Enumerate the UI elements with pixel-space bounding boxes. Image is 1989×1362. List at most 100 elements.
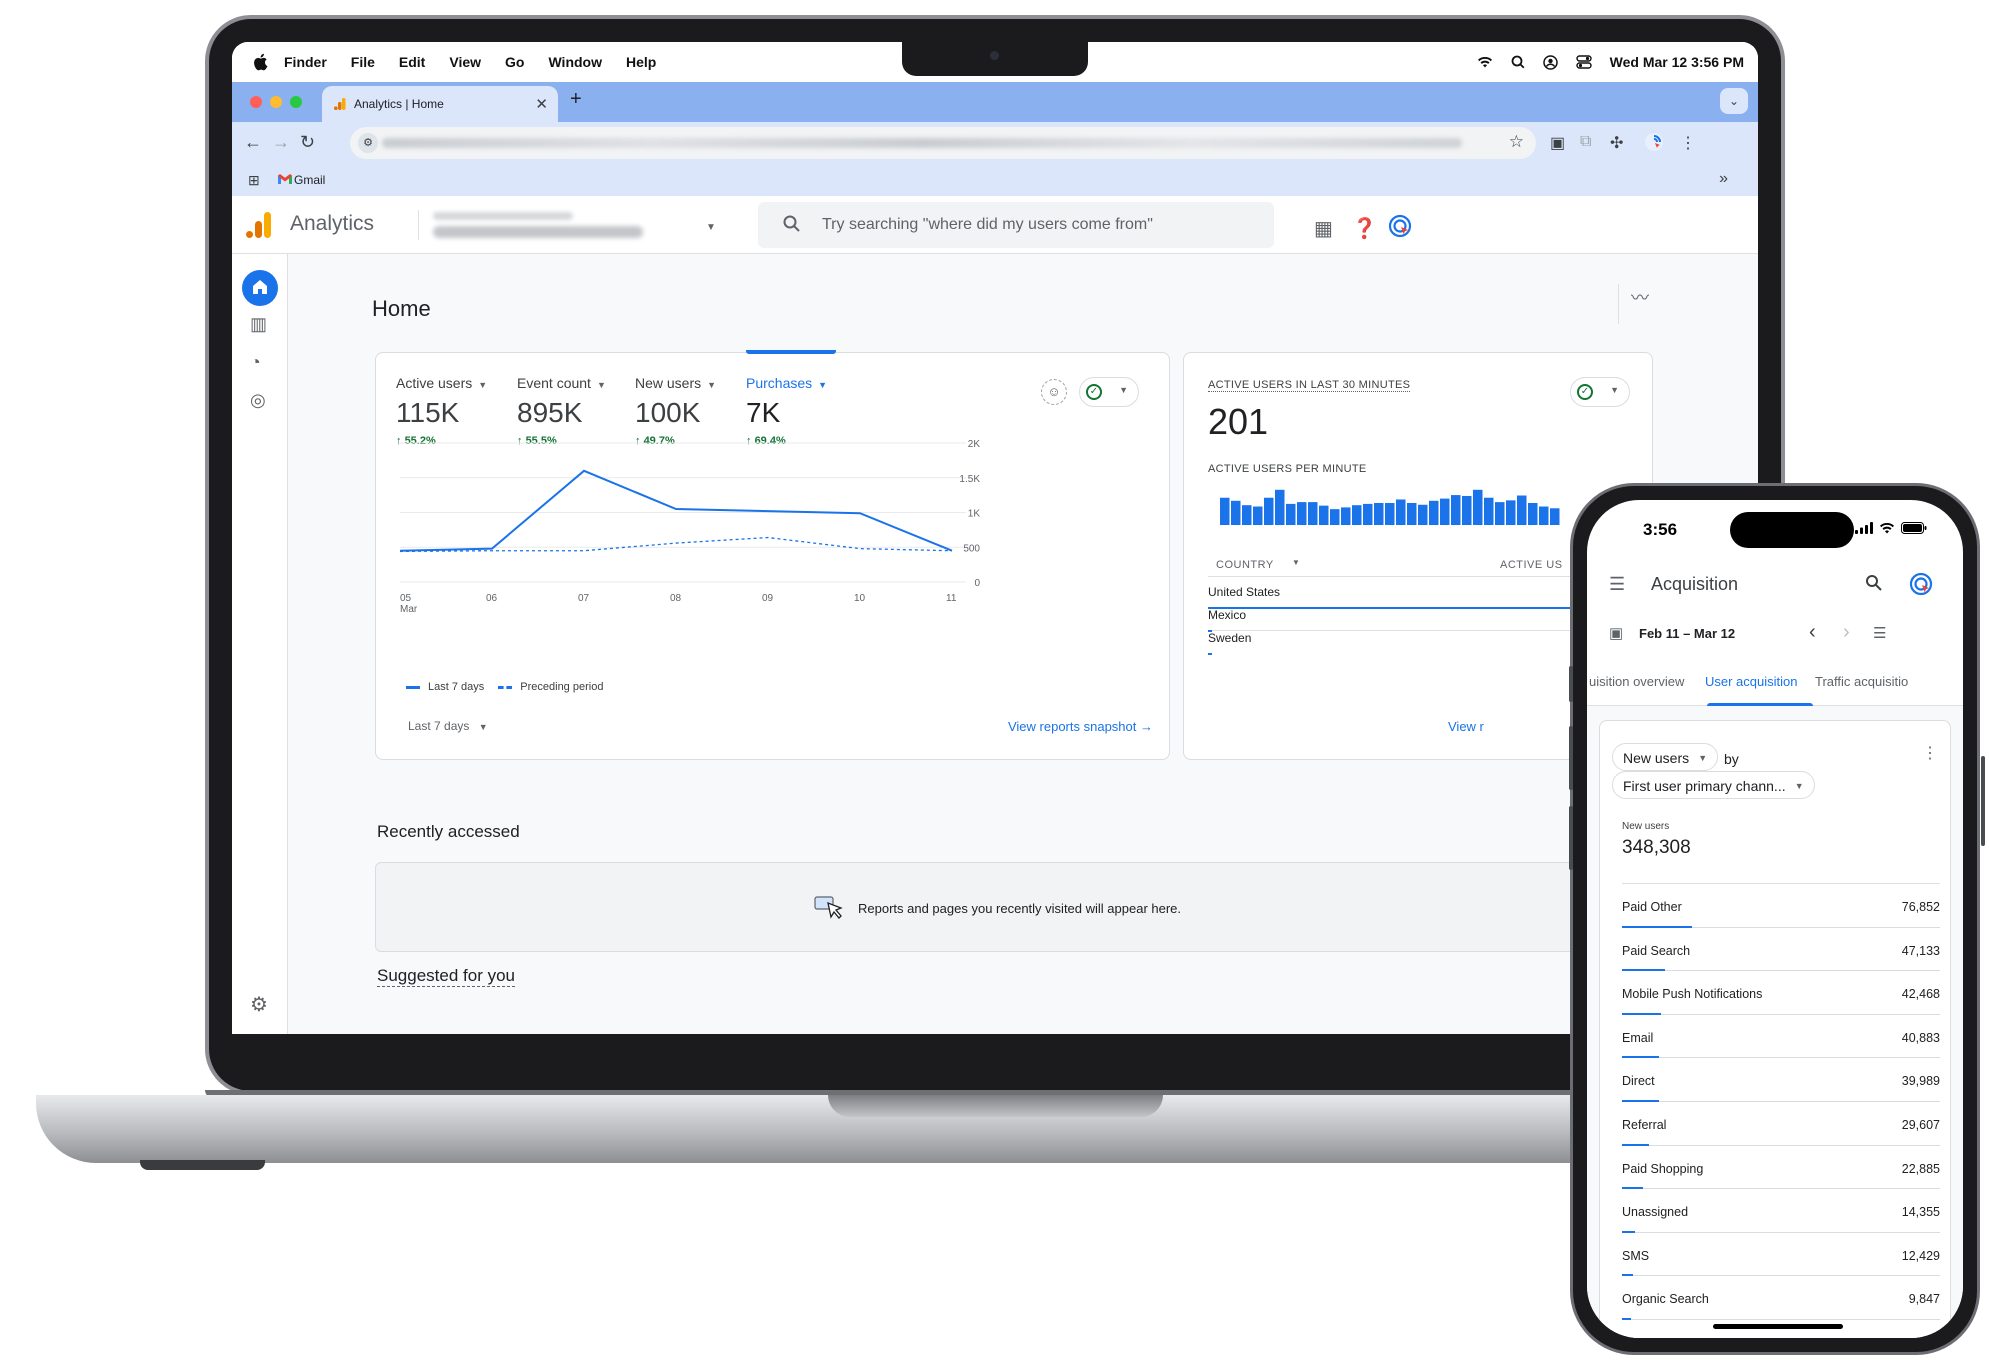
profile-analytics-icon[interactable] [1644,132,1664,152]
per-minute-bar[interactable] [1517,495,1527,525]
per-minute-bar[interactable] [1231,500,1241,525]
menu-bar-clock[interactable]: Wed Mar 12 3:56 PM [1610,54,1744,70]
search-icon[interactable] [1865,574,1883,592]
channel-row[interactable]: Direct 39,989 [1622,1058,1940,1102]
menu-window[interactable]: Window [548,54,602,70]
chevron-down-icon[interactable]: ▼ [1292,558,1300,567]
per-minute-bar[interactable] [1363,503,1373,525]
nav-reports-icon[interactable]: ▥ [250,314,267,335]
suggested-title[interactable]: Suggested for you [377,966,515,987]
per-minute-bar[interactable] [1374,503,1384,525]
channel-row[interactable]: Paid Search 47,133 [1622,928,1940,972]
reload-icon[interactable]: ↻ [300,132,315,153]
more-options-icon[interactable]: ⋮ [1922,743,1938,763]
help-icon[interactable]: ❓ [1352,216,1377,241]
google-analytics-logo[interactable] [246,212,272,238]
nav-advertising-icon[interactable]: ◎ [250,390,266,411]
column-active-users[interactable]: ACTIVE US [1500,559,1563,571]
site-settings-icon[interactable]: ⚙ [358,133,378,153]
per-minute-bar[interactable] [1253,506,1263,525]
new-tab-icon[interactable]: + [570,88,582,111]
menu-help[interactable]: Help [626,54,656,70]
close-tab-icon[interactable]: ✕ [535,95,548,113]
per-minute-bar[interactable] [1495,502,1505,525]
menu-file[interactable]: File [351,54,375,70]
per-minute-bar[interactable] [1319,505,1329,525]
extensions-puzzle-icon[interactable]: ✣ [1610,133,1623,153]
channel-row[interactable]: Mobile Push Notifications 42,468 [1622,971,1940,1015]
menu-edit[interactable]: Edit [399,54,425,70]
per-minute-bar[interactable] [1429,500,1439,525]
previous-period-icon[interactable]: ‹ [1809,621,1816,644]
per-minute-bar[interactable] [1275,489,1285,525]
user-account-icon[interactable] [1542,54,1558,70]
tab-acquisition-overview[interactable]: uisition overview [1589,674,1684,689]
per-minute-bar[interactable] [1462,495,1472,525]
property-dropdown-icon[interactable]: ▼ [706,222,716,233]
channel-row[interactable]: Referral 29,607 [1622,1102,1940,1146]
per-minute-bar[interactable] [1385,503,1395,525]
extension-badge-icon[interactable]: ▣ [1550,133,1565,153]
menu-finder[interactable]: Finder [284,54,327,70]
per-minute-bar[interactable] [1352,505,1362,525]
per-minute-bar[interactable] [1528,503,1538,525]
per-minute-bar[interactable] [1308,502,1318,525]
address-bar[interactable]: ⚙ ☆ [350,127,1536,159]
channel-row[interactable]: Paid Shopping 22,885 [1622,1146,1940,1190]
apps-grid-icon[interactable]: ⊞ [248,172,260,189]
filter-icon[interactable]: ☰ [1873,624,1886,642]
menu-view[interactable]: View [449,54,481,70]
admin-gear-icon[interactable]: ⚙ [250,992,268,1017]
per-minute-bar[interactable] [1539,506,1549,525]
view-reports-snapshot-link[interactable]: View reports snapshot → [1008,719,1153,734]
metric-chip[interactable]: New users ▼ [1612,743,1719,771]
channel-row[interactable]: Unassigned 14,355 [1622,1189,1940,1233]
ga-search-bar[interactable]: Try searching "where did my users come f… [758,202,1274,248]
hamburger-menu-icon[interactable]: ☰ [1609,574,1625,595]
wifi-icon[interactable] [1477,56,1493,68]
bookmark-star-icon[interactable]: ☆ [1509,132,1524,152]
channel-row[interactable]: Paid Other 76,852 [1622,884,1940,928]
realtime-title[interactable]: ACTIVE USERS IN LAST 30 MINUTES [1208,379,1411,392]
per-minute-bar[interactable] [1407,503,1417,525]
per-minute-bar[interactable] [1451,495,1461,525]
tab-traffic-acquisition[interactable]: Traffic acquisitio [1815,674,1908,689]
insights-sparkline-icon[interactable]: 〰 [1618,284,1658,324]
nav-home-button[interactable] [242,270,278,306]
per-minute-bar[interactable] [1418,504,1428,525]
browser-tab-analytics[interactable]: Analytics | Home ✕ [322,86,558,122]
view-realtime-link[interactable]: View r [1448,719,1484,734]
menu-go[interactable]: Go [505,54,524,70]
account-analytics-icon[interactable] [1909,572,1933,596]
per-minute-bar[interactable] [1341,507,1351,525]
forward-arrow-icon[interactable]: → [272,132,290,153]
more-bookmarks-icon[interactable]: » [1719,170,1728,188]
calendar-icon[interactable]: ▣ [1609,624,1623,642]
realtime-quality-selector[interactable]: ✓ ▼ [1570,377,1630,407]
next-period-icon[interactable]: › [1843,621,1850,644]
spotlight-search-icon[interactable] [1511,55,1525,69]
per-minute-bar[interactable] [1396,499,1406,525]
bookmark-gmail[interactable]: Gmail [294,173,325,187]
tab-user-acquisition[interactable]: User acquisition [1705,674,1798,689]
apps-grid-icon[interactable]: ▦ [1314,216,1333,241]
per-minute-bar[interactable] [1484,497,1494,525]
per-minute-bar[interactable] [1286,503,1296,525]
developer-extension-icon[interactable]: ⧉ [1580,133,1591,151]
per-minute-bar[interactable] [1550,508,1560,525]
dimension-chip[interactable]: First user primary chann... ▼ [1612,771,1815,799]
minimize-window-button[interactable] [270,96,282,108]
per-minute-bar[interactable] [1506,500,1516,525]
nav-explore-icon[interactable]: ◔ [250,352,261,373]
tab-search-chevron-icon[interactable]: ⌄ [1720,88,1748,114]
property-selector[interactable] [418,210,643,240]
per-minute-bar[interactable] [1264,497,1274,525]
series-line-last-7-days[interactable] [399,469,953,552]
date-range-selector[interactable]: Last 7 days ▼ [408,719,488,733]
per-minute-bar[interactable] [1440,498,1450,525]
per-minute-bar[interactable] [1473,489,1483,525]
account-analytics-icon[interactable] [1388,214,1412,238]
channel-row[interactable]: SMS 12,429 [1622,1233,1940,1277]
channel-row[interactable]: Email 40,883 [1622,1015,1940,1059]
back-arrow-icon[interactable]: ← [244,132,262,153]
